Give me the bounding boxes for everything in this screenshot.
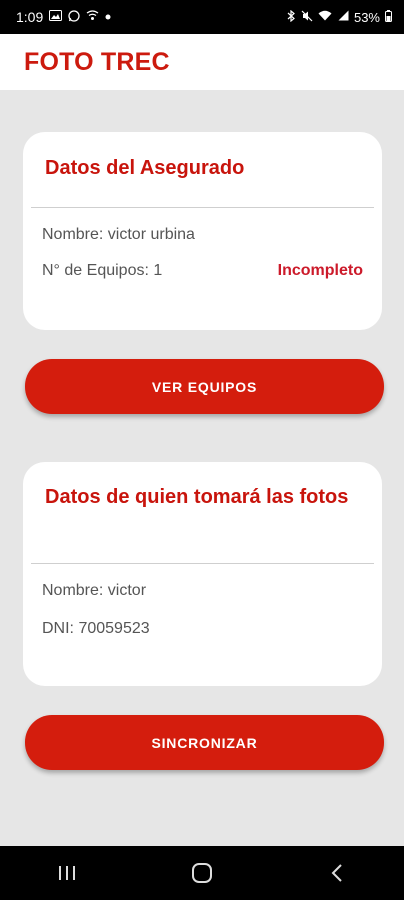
battery-level: 53% xyxy=(353,9,380,25)
wifi-icon xyxy=(318,10,332,24)
app-title: FOTO TREC xyxy=(24,47,170,76)
dot-icon xyxy=(105,12,111,23)
signal-icon xyxy=(337,10,349,24)
sync-button[interactable]: SINCRONIZAR xyxy=(25,715,384,770)
app-bar: FOTO TREC xyxy=(0,34,404,90)
battery-icon xyxy=(385,9,392,25)
divider xyxy=(31,207,374,208)
status-bar: 1:09 53% xyxy=(0,0,404,34)
view-equipment-button[interactable]: VER EQUIPOS xyxy=(25,359,384,414)
navigation-bar xyxy=(0,846,404,900)
back-icon[interactable] xyxy=(307,853,367,893)
equipment-count: N° de Equipos: 1 xyxy=(42,262,163,279)
photographer-card-title: Datos de quien tomará las fotos xyxy=(45,486,349,508)
status-badge: Incompleto xyxy=(277,262,363,279)
gallery-icon xyxy=(49,10,63,24)
mute-icon xyxy=(301,10,313,25)
status-time: 1:09 xyxy=(16,9,44,25)
insured-name: Nombre: victor urbina xyxy=(42,226,195,243)
divider xyxy=(31,563,374,564)
photographer-card: Datos de quien tomará las fotos Nombre: … xyxy=(23,462,382,686)
wifi-calling-icon xyxy=(86,10,99,24)
bluetooth-icon xyxy=(287,9,296,25)
whatsapp-icon xyxy=(68,9,80,25)
photographer-name: Nombre: victor xyxy=(42,582,147,599)
recents-icon[interactable] xyxy=(37,853,97,893)
photographer-dni: DNI: 70059523 xyxy=(42,620,150,637)
home-icon[interactable] xyxy=(172,853,232,893)
insured-card: Datos del Asegurado Nombre: victor urbin… xyxy=(23,132,382,330)
insured-card-title: Datos del Asegurado xyxy=(45,157,245,179)
